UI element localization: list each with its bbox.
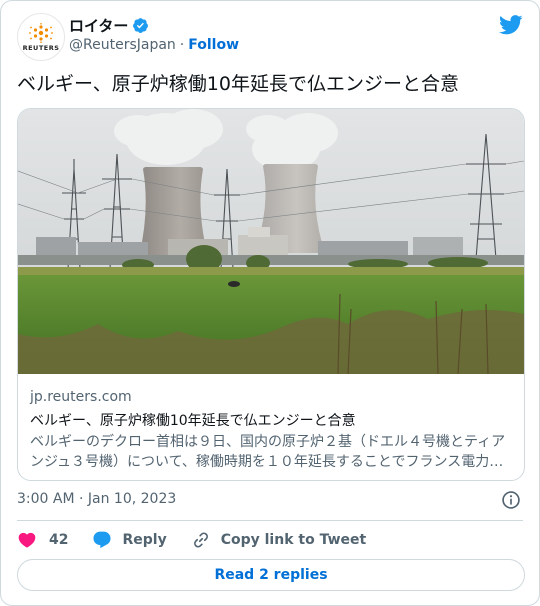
twitter-bird-icon[interactable] <box>499 15 523 35</box>
reply-button[interactable]: Reply <box>92 530 167 550</box>
nuclear-plant-photo <box>18 109 524 374</box>
follow-button[interactable]: Follow <box>188 37 239 53</box>
card-description: ベルギーのデクロー首相は９日、国内の原子炉２基（ドエル４号機とティアンジュ３号機… <box>30 434 506 470</box>
tweet-text: ベルギー、原子炉稼働10年延長で仏エンジーと合意 <box>17 73 459 95</box>
info-icon[interactable] <box>501 490 521 510</box>
tweet-embed: REUTERS ロイター @ReutersJapan · Follow ベルギー… <box>0 0 540 606</box>
verified-badge-icon <box>133 18 149 33</box>
card-info: jp.reuters.com ベルギー、原子炉稼働10年延長で仏エンジーと合意 … <box>30 387 514 472</box>
card-domain: jp.reuters.com <box>30 389 132 405</box>
read-replies-button[interactable]: Read 2 replies <box>17 559 525 591</box>
handle-separator: · <box>179 37 185 53</box>
avatar[interactable]: REUTERS <box>17 13 65 61</box>
like-button[interactable]: 42 <box>17 530 68 550</box>
action-bar: 42 Reply Copy link to Tweet <box>17 530 390 550</box>
heart-icon <box>18 532 36 548</box>
copy-link-button[interactable]: Copy link to Tweet <box>191 530 366 550</box>
name-row: ロイター <box>69 15 149 36</box>
link-icon <box>193 532 208 548</box>
display-name[interactable]: ロイター <box>69 15 128 36</box>
avatar-brand-text: REUTERS <box>22 43 60 52</box>
copy-link-label: Copy link to Tweet <box>220 532 367 548</box>
handle-row: @ReutersJapan · Follow <box>69 37 239 53</box>
timestamp[interactable]: 3:00 AM · Jan 10, 2023 <box>17 489 176 509</box>
like-count: 42 <box>49 532 69 548</box>
handle[interactable]: @ReutersJapan <box>69 37 176 53</box>
divider <box>17 520 523 521</box>
card-image[interactable] <box>18 109 524 374</box>
card-title[interactable]: ベルギー、原子炉稼働10年延長で仏エンジーと合意 <box>30 411 514 431</box>
reuters-logo-icon <box>29 22 53 43</box>
link-card[interactable]: jp.reuters.com ベルギー、原子炉稼働10年延長で仏エンジーと合意 … <box>17 108 525 481</box>
reply-label: Reply <box>122 532 167 548</box>
speech-bubble-icon <box>93 531 112 549</box>
